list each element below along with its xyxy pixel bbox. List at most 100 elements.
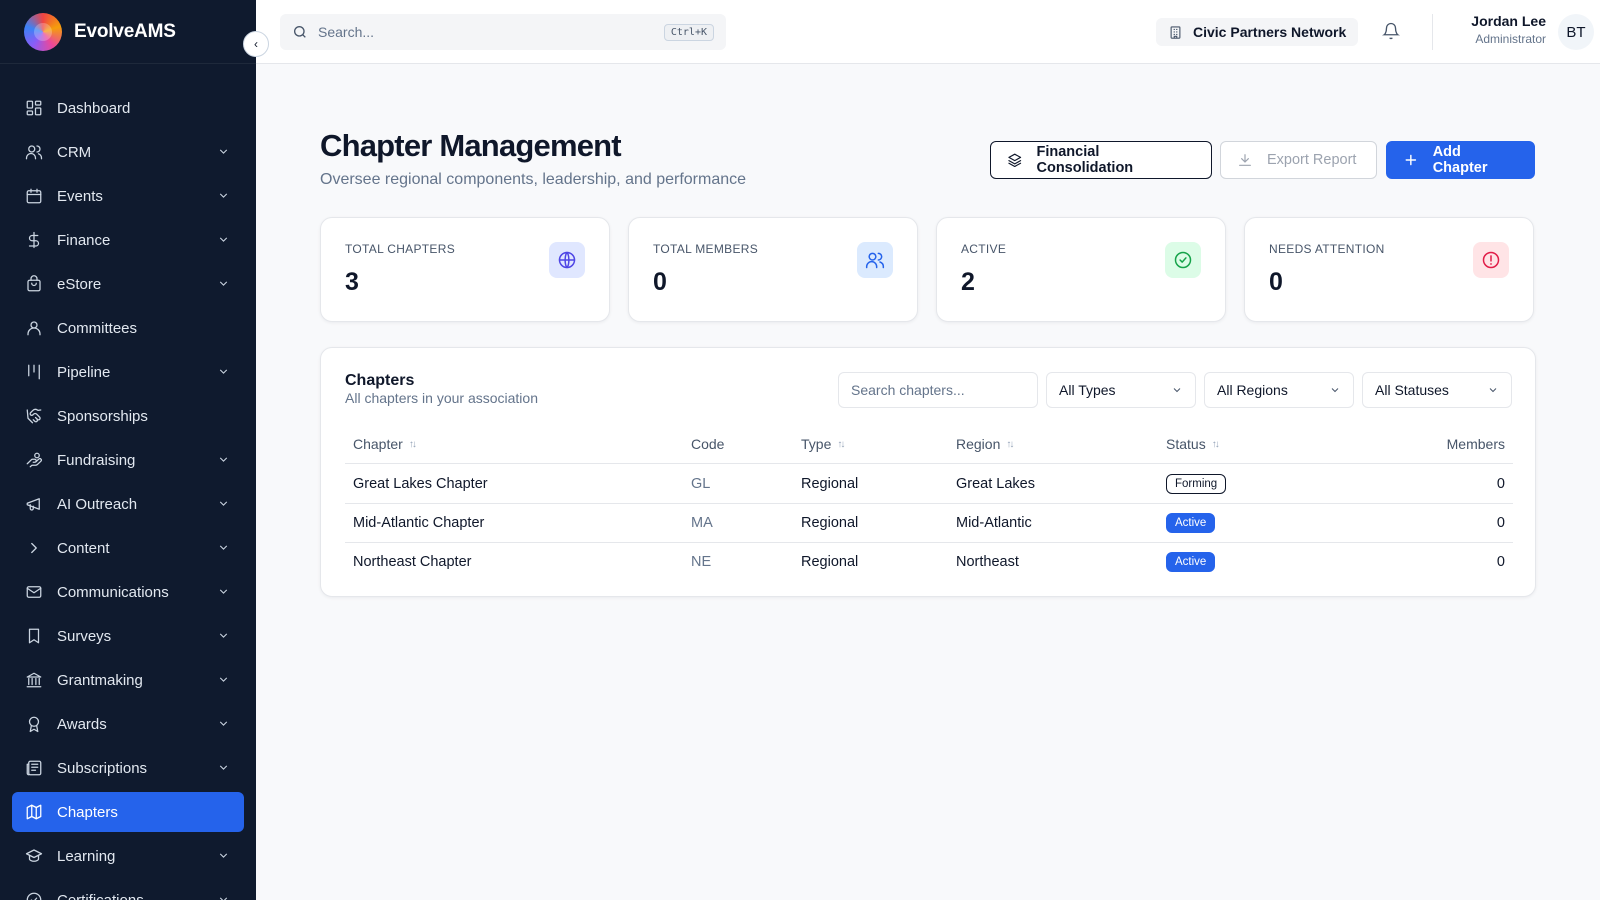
sidebar-item-communications[interactable]: Communications <box>12 572 244 612</box>
landmark-icon <box>25 671 43 689</box>
sidebar-item-label: Events <box>57 187 103 205</box>
add-chapter-button[interactable]: Add Chapter <box>1386 141 1535 179</box>
sidebar-item-pipeline[interactable]: Pipeline <box>12 352 244 392</box>
region-filter-value: All Regions <box>1217 382 1288 398</box>
chevron-down-icon <box>1173 388 1181 393</box>
chevron-down-icon <box>1331 388 1339 393</box>
search-input[interactable]: Search... <box>318 24 664 40</box>
evolveams-logo <box>24 12 62 51</box>
chapter-name[interactable]: Northeast Chapter <box>353 554 471 570</box>
chapter-members: 0 <box>1496 554 1505 570</box>
sidebar-item-label: Learning <box>57 847 116 865</box>
chapters-subtitle: All chapters in your association <box>345 390 538 406</box>
brand[interactable]: EvolveAMS <box>0 0 256 64</box>
sidebar-item-label: Surveys <box>57 627 112 645</box>
type-filter-select[interactable]: All Types <box>1046 372 1196 408</box>
sidebar-item-surveys[interactable]: Surveys <box>12 616 244 656</box>
financial-consolidation-button[interactable]: Financial Consolidation <box>990 141 1212 179</box>
chevron-down-icon[interactable] <box>217 453 230 466</box>
globe-icon <box>549 242 585 278</box>
sidebar-item-learning[interactable]: Learning <box>12 836 244 876</box>
column-label: Type <box>801 436 832 452</box>
chapter-name[interactable]: Mid-Atlantic Chapter <box>353 515 484 531</box>
chapters-card: Chapters All chapters in your associatio… <box>320 347 1536 597</box>
sidebar-item-events[interactable]: Events <box>12 176 244 216</box>
graduation-cap-icon <box>25 847 43 865</box>
sidebar-item-ai-outreach[interactable]: AI Outreach <box>12 484 244 524</box>
sidebar-item-dashboard[interactable]: Dashboard <box>12 88 244 128</box>
user-role: Administrator <box>1475 32 1546 46</box>
chevron-down-icon[interactable] <box>217 189 230 202</box>
sidebar-item-chapters[interactable]: Chapters <box>12 792 244 832</box>
column-header-status[interactable]: Status ↑↓ <box>1166 436 1220 452</box>
chevron-down-icon[interactable] <box>217 497 230 510</box>
avatar[interactable]: BT <box>1558 14 1594 50</box>
column-label: Members <box>1446 436 1505 452</box>
region-filter-select[interactable]: All Regions <box>1204 372 1354 408</box>
sidebar-item-label: Sponsorships <box>57 407 148 425</box>
column-header-chapter[interactable]: Chapter ↑↓ <box>353 436 417 452</box>
chapter-code: MA <box>691 515 713 531</box>
stat-card-needs-attention: NEEDS ATTENTION 0 <box>1244 217 1534 322</box>
layers-icon <box>1008 153 1022 168</box>
chevron-right-icon <box>25 539 43 557</box>
status-filter-value: All Statuses <box>1375 382 1449 398</box>
megaphone-icon <box>25 495 43 513</box>
sidebar-item-label: Committees <box>57 319 138 337</box>
chevron-down-icon[interactable] <box>217 277 230 290</box>
column-header-type[interactable]: Type ↑↓ <box>801 436 845 452</box>
chevron-down-icon[interactable] <box>217 849 230 862</box>
shopping-bag-icon <box>25 275 43 293</box>
status-badge: Active <box>1166 513 1216 533</box>
status-filter-select[interactable]: All Statuses <box>1362 372 1512 408</box>
sidebar-item-crm[interactable]: CRM <box>12 132 244 172</box>
sort-icon: ↑↓ <box>1211 438 1220 450</box>
sidebar-item-content[interactable]: Content <box>12 528 244 568</box>
chapter-search-input[interactable]: Search chapters... <box>838 372 1038 408</box>
chevron-down-icon[interactable] <box>217 761 230 774</box>
sidebar-item-certifications[interactable]: Certifications <box>12 880 244 900</box>
sidebar-item-label: eStore <box>57 275 102 293</box>
chevron-down-icon[interactable] <box>217 365 230 378</box>
sidebar-item-subscriptions[interactable]: Subscriptions <box>12 748 244 788</box>
bell-icon[interactable] <box>1382 22 1400 40</box>
sidebar-item-finance[interactable]: Finance <box>12 220 244 260</box>
chevron-down-icon[interactable] <box>217 541 230 554</box>
table-row[interactable]: Mid-Atlantic Chapter MA Regional Mid-Atl… <box>345 504 1513 543</box>
sidebar-item-sponsorships[interactable]: Sponsorships <box>12 396 244 436</box>
financial-consolidation-label: Financial Consolidation <box>1036 144 1134 176</box>
sidebar-item-committees[interactable]: Committees <box>12 308 244 348</box>
organization-switcher[interactable]: Civic Partners Network <box>1156 18 1359 46</box>
chapter-members: 0 <box>1496 515 1505 531</box>
user-menu[interactable]: Jordan Lee Administrator <box>1432 13 1546 46</box>
sidebar-item-awards[interactable]: Awards <box>12 704 244 744</box>
column-header-region[interactable]: Region ↑↓ <box>956 436 1014 452</box>
global-search[interactable]: Search... Ctrl+K <box>280 14 726 50</box>
chevron-down-icon[interactable] <box>217 585 230 598</box>
export-report-button[interactable]: Export Report <box>1220 141 1377 179</box>
collapse-sidebar-button[interactable]: ‹ <box>243 31 269 57</box>
badge-check-icon <box>25 891 43 900</box>
chapter-name[interactable]: Great Lakes Chapter <box>353 476 488 492</box>
chevron-down-icon[interactable] <box>217 145 230 158</box>
chevron-down-icon[interactable] <box>217 629 230 642</box>
stat-card-active: ACTIVE 2 <box>936 217 1226 322</box>
sidebar-nav: Dashboard CRM Events Finance eStore Comm… <box>12 88 244 900</box>
sidebar-item-fundraising[interactable]: Fundraising <box>12 440 244 480</box>
user-name: Jordan Lee <box>1471 13 1546 29</box>
sidebar-item-estore[interactable]: eStore <box>12 264 244 304</box>
sort-icon: ↑↓ <box>408 438 417 450</box>
chapter-region: Mid-Atlantic <box>956 515 1032 531</box>
chevron-down-icon[interactable] <box>217 893 230 900</box>
column-header-code: Code <box>691 436 724 452</box>
sidebar-item-label: Subscriptions <box>57 759 148 777</box>
table-row[interactable]: Northeast Chapter NE Regional Northeast … <box>345 543 1513 582</box>
sidebar-item-grantmaking[interactable]: Grantmaking <box>12 660 244 700</box>
chevron-down-icon[interactable] <box>217 717 230 730</box>
export-report-label: Export Report <box>1267 152 1357 168</box>
table-row[interactable]: Great Lakes Chapter GL Regional Great La… <box>345 465 1513 504</box>
hand-coins-icon <box>25 451 43 469</box>
chevron-down-icon[interactable] <box>217 233 230 246</box>
chevron-down-icon[interactable] <box>217 673 230 686</box>
award-icon <box>25 715 43 733</box>
